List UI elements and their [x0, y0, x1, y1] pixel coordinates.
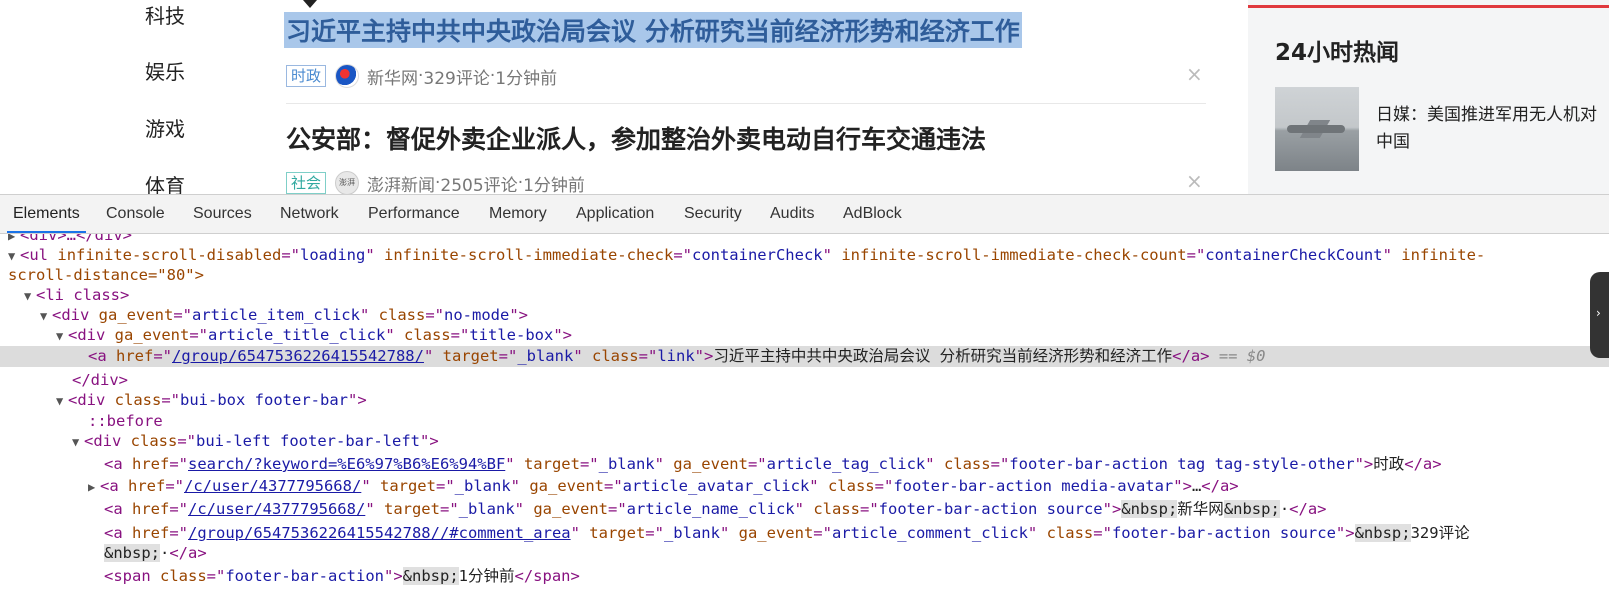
tab-network[interactable]: Network [280, 195, 339, 233]
close-icon[interactable]: × [1186, 169, 1203, 193]
selected-node-marker: == $0 [1218, 347, 1266, 365]
drawer-toggle-handle[interactable]: › [1590, 272, 1609, 358]
dom-pseudo-before[interactable]: ::before [0, 411, 1609, 432]
tab-performance[interactable]: Performance [368, 195, 460, 233]
dom-node-a-avatar[interactable]: ▶ <a href="/c/user/4377795668/" target="_… [0, 476, 1609, 497]
webpage-viewport: 科技 娱乐 游戏 体育 习近平主持中共中央政治局会议 分析研究当前经济形势和经济… [0, 0, 1609, 194]
dom-node-div-footer-left[interactable]: ▼ <div class="bui-left footer-bar-left"> [0, 431, 1609, 452]
article-title-link[interactable]: 习近平主持中共中央政治局会议 分析研究当前经济形势和经济工作 [284, 12, 1022, 48]
nav-item-games[interactable]: 游戏 [145, 113, 185, 142]
dom-node-span-time[interactable]: <span class="footer-bar-action">&nbsp;1分… [0, 566, 1609, 587]
tab-elements[interactable]: Elements [7, 195, 86, 233]
tab-sources[interactable]: Sources [193, 195, 252, 233]
hot-news-panel: 24小时热闻 日媒：美国推进军用无人机对中国 [1248, 0, 1609, 194]
dom-node-ul[interactable]: ▼ <ul infinite-scroll-disabled="loading" … [0, 245, 1609, 266]
dropdown-caret-icon [303, 0, 317, 8]
dom-node-div-close[interactable]: </div> [0, 370, 1609, 391]
devtools-tab-bar: Elements Console Sources Network Perform… [0, 194, 1609, 234]
article-tag[interactable]: 社会 [286, 172, 327, 194]
hot-news-item-title[interactable]: 日媒：美国推进军用无人机对中国 [1376, 102, 1609, 156]
collapse-triangle-icon[interactable]: ▼ [56, 326, 68, 347]
drone-body-shape [1287, 125, 1345, 133]
dom-node-a-source[interactable]: <a href="/c/user/4377795668/" target="_b… [0, 499, 1609, 520]
expand-triangle-icon[interactable]: ▶ [88, 477, 100, 498]
article-title-link[interactable]: 公安部：督促外卖企业派人，参加整治外卖电动自行车交通违法 [286, 120, 986, 156]
tab-audits[interactable]: Audits [770, 195, 814, 233]
dom-node-div-title-box[interactable]: ▼ <div ga_event="article_title_click" cla… [0, 325, 1609, 346]
nav-item-entertainment[interactable]: 娱乐 [145, 56, 185, 85]
dom-node-a-comment-wrap: &nbsp;·</a> [104, 544, 207, 562]
dom-node-a-comment[interactable]: <a href="/group/6547536226415542788//#co… [0, 523, 1609, 544]
article-footer-bar: 社会 澎湃 澎湃新闻 · 2505评论 · 1分钟前 [286, 171, 585, 194]
source-avatar[interactable]: 澎湃 [335, 171, 360, 194]
hot-news-thumbnail[interactable] [1275, 87, 1359, 171]
dom-node-a-selected[interactable]: <a href="/group/6547536226415542788/" ta… [0, 346, 1609, 367]
tab-memory[interactable]: Memory [489, 195, 547, 233]
source-name[interactable]: 新华网 [367, 64, 418, 89]
close-icon[interactable]: × [1186, 62, 1203, 86]
article-footer-bar: 时政 新华网 · 329评论 · 1分钟前 [286, 64, 558, 89]
collapse-triangle-icon[interactable]: ▼ [72, 432, 84, 453]
tab-application[interactable]: Application [576, 195, 654, 233]
dom-node-div-footer-bar[interactable]: ▼ <div class="bui-box footer-bar"> [0, 390, 1609, 411]
collapse-triangle-icon[interactable]: ▼ [40, 306, 52, 327]
article-tag[interactable]: 时政 [286, 65, 327, 87]
comment-count[interactable]: 2505评论 [440, 171, 517, 195]
dom-node-a-tag[interactable]: <a href="search/?keyword=%E6%97%B6%E6%94… [0, 454, 1609, 475]
dom-node-li[interactable]: ▼ <li class> [0, 285, 1609, 306]
comment-count[interactable]: 329评论 [423, 64, 489, 89]
dom-node-div-item[interactable]: ▼ <div ga_event="article_item_click" clas… [0, 305, 1609, 326]
collapse-triangle-icon[interactable]: ▼ [8, 246, 20, 267]
collapse-triangle-icon[interactable]: ▼ [24, 286, 36, 307]
tab-adblock[interactable]: AdBlock [843, 195, 902, 233]
source-name[interactable]: 澎湃新闻 [367, 171, 435, 195]
divider [286, 103, 1206, 104]
hot-news-title: 24小时热闻 [1275, 40, 1400, 66]
nav-item-sports[interactable]: 体育 [145, 170, 185, 194]
panel-accent-bar [1248, 5, 1609, 8]
chevron-right-icon: › [1596, 306, 1601, 320]
publish-time: 1分钟前 [495, 68, 558, 89]
source-avatar[interactable] [335, 64, 360, 88]
tab-console[interactable]: Console [106, 195, 165, 233]
tab-security[interactable]: Security [684, 195, 742, 233]
elements-dom-tree: ▶ <div>…</div> ▼ <ul infinite-scroll-disab… [0, 234, 1609, 612]
collapse-triangle-icon[interactable]: ▼ [56, 391, 68, 412]
dom-node-ul-attr-wrap: scroll-distance="80"> [8, 266, 204, 284]
nav-item-tech[interactable]: 科技 [145, 0, 185, 29]
publish-time: 1分钟前 [523, 175, 585, 195]
